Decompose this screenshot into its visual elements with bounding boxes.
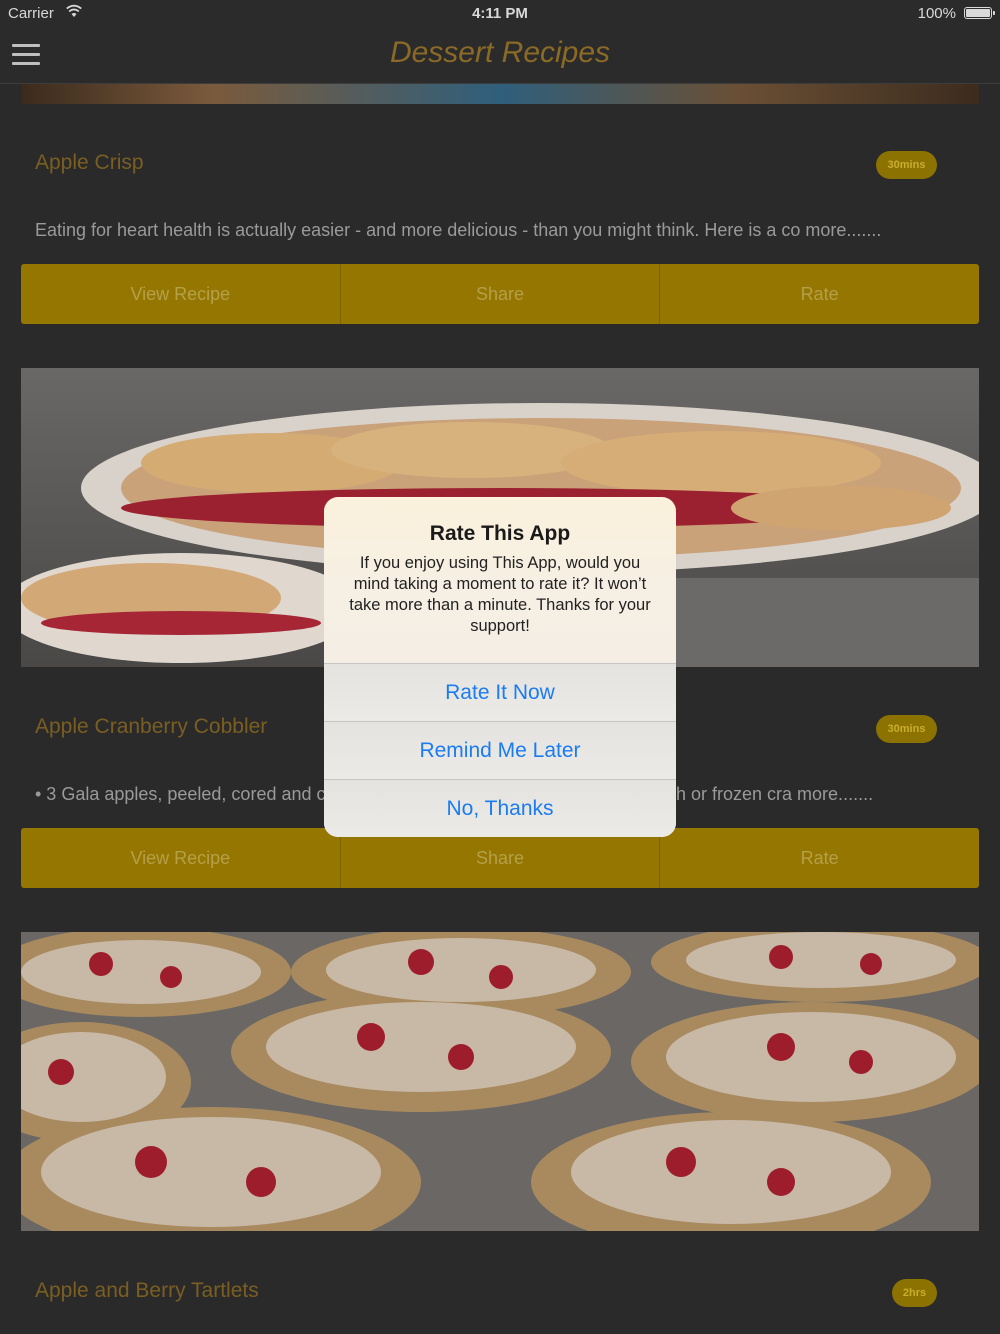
rate-app-alert: Rate This App If you enjoy using This Ap… <box>324 497 676 837</box>
alert-message: If you enjoy using This App, would you m… <box>349 554 651 635</box>
status-bar: Carrier 4:11 PM 100% <box>0 0 1000 28</box>
recipe-title: Apple Cranberry Cobbler <box>35 715 268 738</box>
rate-button[interactable]: Rate <box>659 828 979 888</box>
navigation-bar: Dessert Recipes <box>0 28 1000 84</box>
remind-me-later-button[interactable]: Remind Me Later <box>324 721 676 779</box>
view-recipe-button[interactable]: View Recipe <box>21 264 340 324</box>
recipe-description: • 3 Gala apples, peeled, cored and c <box>35 784 326 804</box>
rate-it-now-button[interactable]: Rate It Now <box>324 663 676 721</box>
view-recipe-button[interactable]: View Recipe <box>21 828 340 888</box>
recipe-actions: View Recipe Share Rate <box>21 264 979 324</box>
alert-body: Rate This App If you enjoy using This Ap… <box>324 497 676 663</box>
recipe-photo-apple-crisp <box>21 84 979 104</box>
recipe-title: Apple Crisp <box>35 151 144 174</box>
no-thanks-button[interactable]: No, Thanks <box>324 779 676 837</box>
recipe-photo-apple-and-berry-tartlets <box>21 932 979 1231</box>
battery-icon <box>964 7 995 19</box>
recipe-actions: View Recipe Share Rate <box>21 828 979 888</box>
clock: 4:11 PM <box>472 5 528 22</box>
rate-button[interactable]: Rate <box>659 264 979 324</box>
time-badge: 30mins <box>876 151 937 179</box>
time-badge: 2hrs <box>892 1279 937 1307</box>
share-button[interactable]: Share <box>339 828 660 888</box>
time-badge: 30mins <box>876 715 937 743</box>
recipe-title: Apple and Berry Tartlets <box>35 1279 259 1302</box>
recipe-description-tail: h or frozen cra more....... <box>676 784 874 804</box>
share-button[interactable]: Share <box>339 264 660 324</box>
battery-percentage: 100% <box>917 5 956 22</box>
alert-title: Rate This App <box>429 522 571 545</box>
page-title: Dessert Recipes <box>389 36 611 69</box>
recipe-description: Eating for heart health is actually easi… <box>35 220 882 240</box>
